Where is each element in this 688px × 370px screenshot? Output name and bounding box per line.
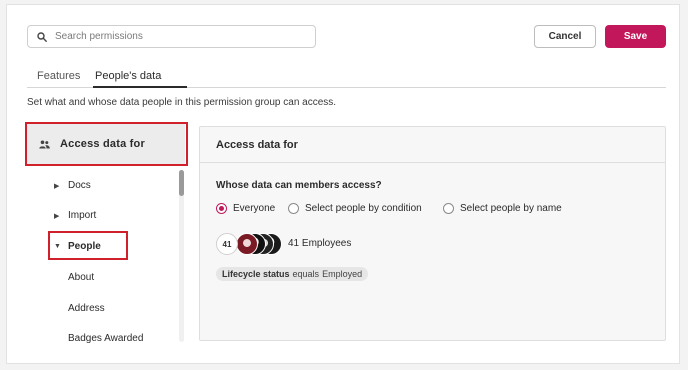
radio-unselected-icon[interactable] <box>443 203 454 214</box>
access-question: Whose data can members access? <box>216 180 382 191</box>
sidebar-item-docs[interactable]: Docs <box>68 180 91 191</box>
radio-option-by-name[interactable]: Select people by name <box>443 203 562 214</box>
employee-count: 41 Employees <box>288 238 352 249</box>
tab-peoples-data[interactable]: People's data <box>95 70 161 82</box>
radio-option-by-condition[interactable]: Select people by condition <box>288 203 422 214</box>
active-tab-indicator <box>93 86 187 88</box>
access-data-panel: Access data for Whose data can members a… <box>199 126 666 341</box>
sidebar-item-badges-awarded[interactable]: Badges Awarded <box>68 333 143 344</box>
caret-right-icon[interactable]: ▶ <box>54 212 59 220</box>
search-icon <box>37 31 47 42</box>
radio-unselected-icon[interactable] <box>288 203 299 214</box>
highlight-box-access-data <box>25 122 188 166</box>
sidebar-item-about[interactable]: About <box>68 272 94 283</box>
highlight-box-people <box>48 231 128 260</box>
search-field[interactable] <box>27 25 316 48</box>
condition-chip: Lifecycle status equals Employed <box>216 267 369 281</box>
panel-title: Access data for <box>200 127 665 163</box>
tab-bar: Features People's data <box>27 66 666 88</box>
condition-field: Lifecycle status <box>222 269 290 279</box>
sidebar-item-address[interactable]: Address <box>68 303 105 314</box>
search-input[interactable] <box>55 31 295 42</box>
sidebar-item-import[interactable]: Import <box>68 210 96 221</box>
cancel-button[interactable]: Cancel <box>534 25 596 48</box>
tab-features[interactable]: Features <box>37 70 80 82</box>
radio-label-everyone: Everyone <box>233 203 276 214</box>
save-button[interactable]: Save <box>605 25 666 48</box>
page-description: Set what and whose data people in this p… <box>27 97 337 108</box>
radio-label-by-name: Select people by name <box>460 203 562 214</box>
avatar-stack: 41 <box>216 233 282 255</box>
condition-value: Employed <box>322 269 363 279</box>
sidebar-scrollbar-thumb[interactable] <box>179 170 184 196</box>
avatar-count-badge: 41 <box>216 233 238 255</box>
radio-option-everyone[interactable]: Everyone <box>216 203 275 214</box>
caret-right-icon[interactable]: ▶ <box>54 182 59 190</box>
condition-operator: equals <box>292 269 320 279</box>
avatar <box>236 233 258 255</box>
radio-selected-icon[interactable] <box>216 203 227 214</box>
radio-label-by-condition: Select people by condition <box>305 203 422 214</box>
